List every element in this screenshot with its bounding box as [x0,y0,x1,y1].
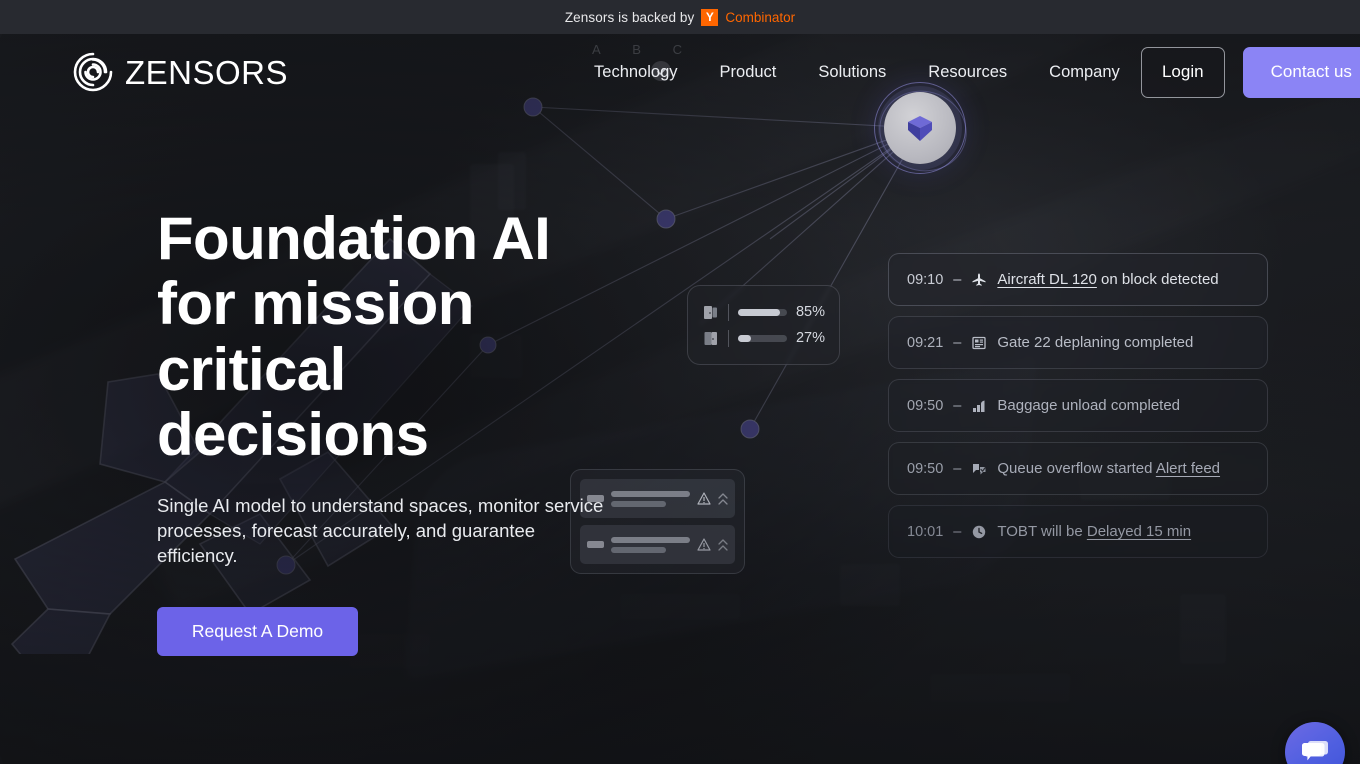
metric-progress-fill [737,334,752,342]
clock-icon [971,524,987,540]
nav-item-resources[interactable]: Resources [907,63,1028,82]
feed-item[interactable]: 09:21 – Gate 22 deplaning completed [888,316,1268,369]
feed-item-time: 09:21 [907,334,944,351]
gate-icon [971,335,987,351]
hero-section: A B C Foundation AI for mission critical… [0,34,1360,764]
metric-row: 85% [702,299,825,325]
metric-divider [728,303,729,321]
feed-item-text: Aircraft DL 120 on block detected [997,271,1218,288]
warning-triangle-icon [697,538,711,551]
hero-subtitle: Single AI model to understand spaces, mo… [157,494,604,567]
metric-value: 27% [795,330,825,346]
nav-item-product[interactable]: Product [699,63,798,82]
metrics-widget: 85% 27% [687,285,840,365]
feed-item[interactable]: 09:50 – Baggage unload completed [888,379,1268,432]
nav-item-technology[interactable]: Technology [573,63,698,82]
feed-item-rest: on block detected [1096,271,1219,288]
feed-item[interactable]: 10:01 – TOBT will be Delayed 15 min [888,505,1268,558]
feed-item-dash: – [953,523,962,540]
yc-banner-text: Zensors is backed by [564,9,695,25]
request-demo-button[interactable]: Request A Demo [157,606,358,656]
feed-item-link[interactable]: Delayed 15 min [1087,523,1191,540]
hero-copy: Foundation AI for mission critical decis… [157,206,627,656]
feed-item-dash: – [953,460,962,477]
feed-item-dash: – [953,397,962,414]
page-title: Foundation AI for mission critical decis… [157,205,551,469]
queue-icon [971,461,987,477]
baggage-chart-icon [971,398,987,414]
feed-item-time: 09:10 [907,271,944,288]
nav-actions: Login Contact us [1140,46,1360,98]
metric-progress-fill [737,308,780,316]
feed-item-text: Queue overflow started Alert feed [997,460,1220,477]
yc-banner: Zensors is backed by Y Combinator [0,0,1360,34]
yc-badge-icon: Y [701,8,719,26]
feed-item-rest: TOBT will be [997,523,1087,540]
login-button[interactable]: Login [1140,46,1225,98]
metric-progress-bar [737,334,787,342]
feed-item-time: 10:01 [907,523,944,540]
event-feed: 09:10 – Aircraft DL 120 on block detecte… [888,253,1268,568]
chevron-up-double-icon [718,492,728,506]
feed-item-link[interactable]: Aircraft DL 120 [997,271,1097,288]
warning-triangle-icon [697,492,711,505]
feed-item-text: TOBT will be Delayed 15 min [997,523,1191,540]
feed-item-dash: – [953,271,962,288]
brand-logo[interactable]: ZENSORS [72,51,288,93]
feed-item-time: 09:50 [907,460,944,477]
yc-brand-label: Combinator [725,9,796,25]
feed-item-text: Gate 22 deplaning completed [997,334,1194,351]
feed-item-rest: Queue overflow started [997,460,1156,477]
door-closed-icon [702,330,719,347]
feed-item[interactable]: 09:50 – Queue overflow started Alert fee… [888,442,1268,495]
chat-bubbles-icon [1300,739,1330,764]
chevron-up-double-icon [718,538,728,552]
main-navbar: ZENSORS Technology Product Solutions Res… [0,34,1360,110]
metric-row: 27% [702,325,825,351]
door-open-icon [702,304,719,321]
nav-item-company[interactable]: Company [1028,63,1141,82]
metric-value: 85% [795,304,825,320]
feed-item-link[interactable]: Alert feed [1156,460,1220,477]
brand-wordmark: ZENSORS [125,53,289,91]
nav-links: Technology Product Solutions Resources C… [573,63,1141,82]
nav-item-solutions[interactable]: Solutions [797,63,907,82]
feed-item-text: Baggage unload completed [997,397,1181,414]
feed-item-time: 09:50 [907,397,944,414]
spiral-logo-icon [72,51,114,93]
contact-us-button[interactable]: Contact us [1242,46,1360,98]
metric-progress-bar [737,308,787,316]
metric-divider [728,329,729,347]
aircraft-icon [971,272,987,288]
feed-item[interactable]: 09:10 – Aircraft DL 120 on block detecte… [888,253,1268,306]
feed-item-dash: – [953,334,962,351]
